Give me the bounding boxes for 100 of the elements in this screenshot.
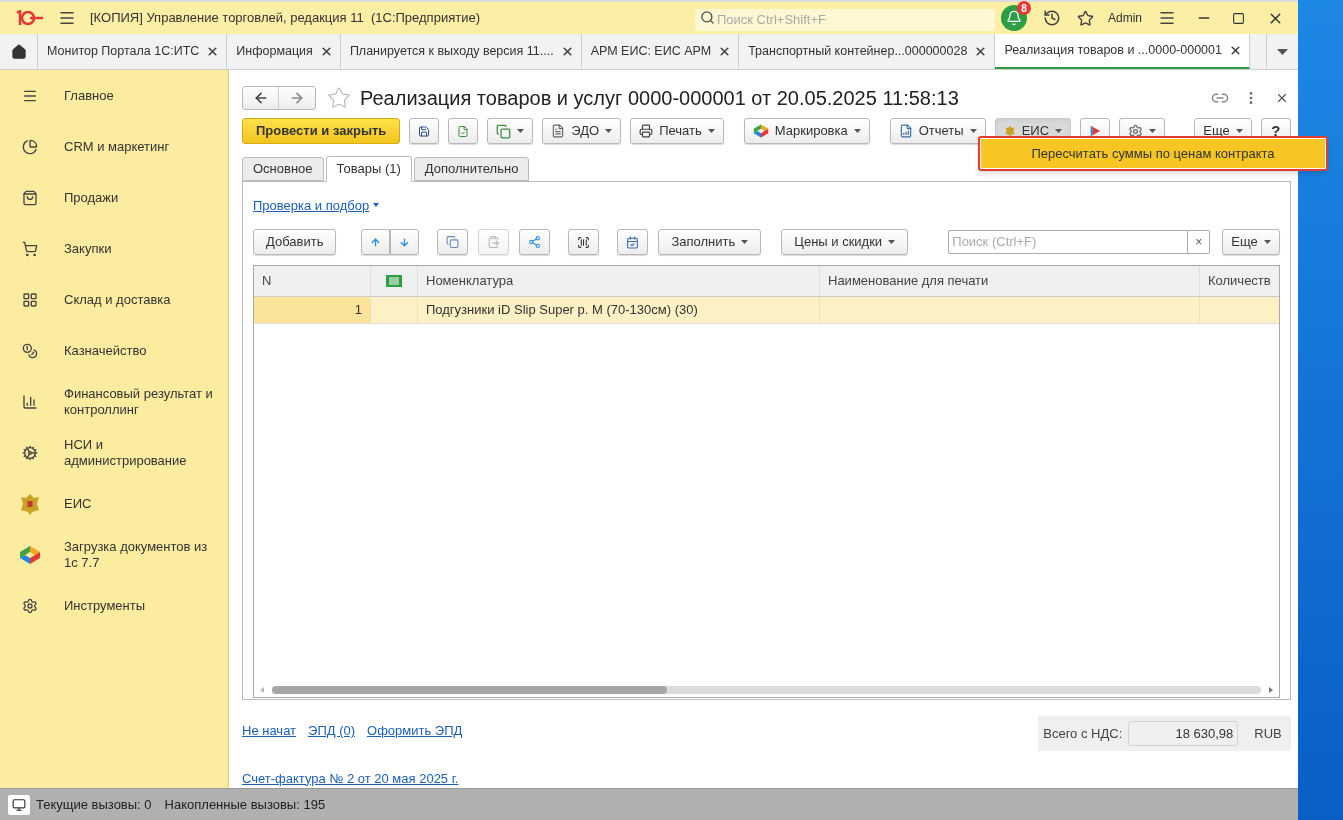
app-tab[interactable]: Планируется к выходу версия 11.... (340, 34, 582, 69)
caret-icon (1263, 240, 1271, 245)
column-header[interactable]: Наименование для печати (820, 266, 1200, 297)
search-field[interactable]: Поиск (Ctrl+F) (948, 230, 1189, 255)
gear-icon (22, 597, 38, 614)
app-tab[interactable]: Информация (227, 34, 341, 69)
clear-button[interactable]: × (1188, 230, 1211, 255)
bell-icon (1006, 10, 1022, 26)
caret-icon (888, 240, 896, 245)
app-tab[interactable]: Монитор Портала 1С:ИТС (38, 34, 228, 69)
sidebar-item[interactable]: Закупки (0, 223, 228, 274)
form-tab[interactable]: Основное (242, 156, 324, 181)
monitor-button[interactable] (8, 794, 30, 815)
coins-icon (22, 342, 38, 359)
table-row[interactable]: 1 Подгузники iD Slip Super р. М (70-130см) (30) (254, 297, 1279, 325)
caret-icon (1235, 129, 1243, 134)
user-name[interactable]: Admin (1108, 9, 1142, 27)
star-icon[interactable] (327, 85, 351, 110)
caret-icon (741, 240, 749, 245)
prices-and-discounts-button[interactable]: Цены и скидки (781, 229, 909, 256)
close-icon[interactable] (560, 45, 574, 58)
share-icon (528, 235, 542, 250)
column-header[interactable]: N (254, 266, 371, 297)
app-tab[interactable]: Реализация товаров и ...0000-000001 (995, 34, 1250, 69)
total-field: 18 630,98 (1128, 721, 1239, 746)
sidebar-item[interactable]: ЕИС (0, 478, 228, 529)
copy-icon (496, 123, 512, 139)
save-button[interactable] (409, 118, 440, 145)
scroll-right-icon[interactable] (1268, 687, 1273, 693)
form-tab[interactable]: Товары (1) (325, 155, 412, 182)
barcode-icon (386, 275, 402, 288)
sidebar-item[interactable]: Казначейство (0, 325, 228, 376)
history-icon[interactable] (1043, 9, 1061, 27)
monitor-icon (12, 797, 26, 812)
current-calls: Текущие вызовы: 0 (36, 795, 152, 814)
document-check-icon (457, 123, 470, 139)
marking-button[interactable]: Маркировка (743, 118, 870, 145)
bar-chart-icon (22, 393, 38, 410)
caret-icon (969, 129, 977, 134)
check-button[interactable] (617, 229, 649, 256)
sidebar-item[interactable]: Главное (0, 70, 228, 121)
column-header[interactable]: Номенклатура (418, 266, 820, 297)
window-title: [КОПИЯ] Управление торговлей, редакция 11 (1С:Предприятие) (90, 9, 480, 28)
sidebar-item[interactable]: Склад и доставка (0, 274, 228, 325)
menu-icon[interactable] (1158, 9, 1176, 27)
form-tab[interactable]: Дополнительно (413, 156, 530, 181)
column-header[interactable]: Количеств (1200, 266, 1279, 297)
grid-icon (22, 291, 38, 308)
more-button[interactable]: Еще (1222, 229, 1280, 256)
app-tab[interactable]: АРМ ЕИС: ЕИС АРМ (581, 34, 740, 69)
sidebar-item[interactable]: CRM и маркетинг (0, 121, 228, 172)
status-link[interactable]: ЭПД (0) (308, 721, 356, 741)
sidebar-item[interactable]: Финансовый результат и контроллинг (0, 376, 228, 427)
status-link[interactable]: Оформить ЭПД (367, 721, 463, 741)
add-button[interactable]: Добавить (253, 229, 337, 256)
sidebar-item[interactable]: Загрузка документов из 1с 7.7 (0, 529, 228, 580)
currency-label: RUB (1254, 724, 1282, 743)
close-icon[interactable] (1229, 44, 1242, 57)
sidebar-item[interactable]: Инструменты (0, 580, 228, 631)
caret-icon (605, 129, 613, 134)
status-link[interactable]: Не начат (242, 721, 297, 741)
maximize-icon[interactable] (1232, 11, 1245, 25)
favorites-icon[interactable] (1077, 9, 1094, 27)
notification-count: 8 (1017, 1, 1031, 15)
caret-icon (707, 129, 715, 134)
gear-icon (1128, 123, 1144, 139)
logo-icon (19, 544, 41, 565)
reports-button[interactable]: Отчеты (889, 118, 986, 145)
search-field[interactable]: Поиск Ctrl+Shift+F (695, 8, 995, 31)
check-and-select-link[interactable]: Проверка и подбор (253, 195, 370, 216)
print-button[interactable]: Печать (630, 118, 724, 145)
emblem-icon (19, 491, 41, 516)
copy-button[interactable] (437, 229, 469, 256)
create-based-button[interactable] (487, 118, 534, 145)
post-and-close-button[interactable]: Провести и закрыть (242, 118, 401, 145)
search-icon (700, 10, 715, 25)
home-icon (10, 43, 27, 60)
copy-icon (446, 235, 460, 250)
edo-button[interactable]: ЭДО (542, 118, 622, 145)
checklist-icon (626, 234, 640, 250)
invoice-link[interactable]: Счет-фактура № 2 от 20 мая 2025 г. (242, 768, 463, 788)
pie-chart-icon (22, 138, 38, 155)
cart-icon (22, 240, 38, 257)
barcode-scan-icon (577, 234, 591, 250)
logo-icon (14, 10, 44, 26)
menu-icon[interactable] (58, 9, 76, 27)
menu-item[interactable]: Пересчитать суммы по ценам контракта (981, 139, 1325, 168)
fill-button[interactable]: Заполнить (658, 229, 762, 256)
accumulated-calls: Накопленные вызовы: 195 (164, 795, 326, 814)
document-title: Реализация товаров и услуг 0000-000001 от 20.05.2025 11:58:13 (360, 85, 959, 110)
share-button[interactable] (519, 229, 551, 256)
logo-icon (752, 123, 769, 140)
close-icon[interactable] (319, 45, 333, 58)
caret-icon (1055, 129, 1063, 134)
sidebar-item[interactable]: НСИ и администрирование (0, 427, 228, 478)
report-icon (898, 124, 913, 139)
sidebar-item[interactable]: Продажи (0, 172, 228, 223)
table-cell: 1 (254, 297, 371, 324)
barcode-search-button[interactable] (568, 229, 600, 256)
post-button[interactable] (448, 118, 479, 145)
